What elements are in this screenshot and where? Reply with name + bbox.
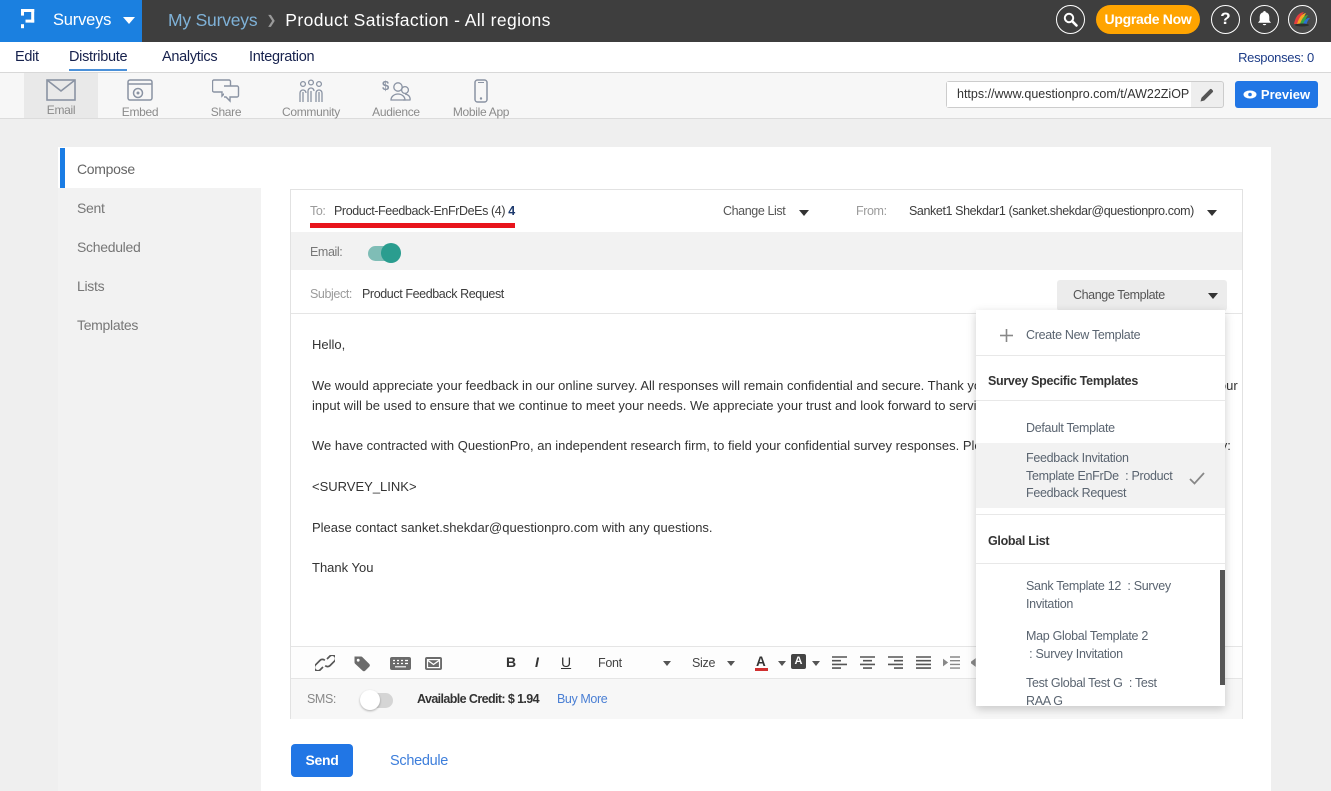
svg-text:$: $	[382, 79, 390, 93]
